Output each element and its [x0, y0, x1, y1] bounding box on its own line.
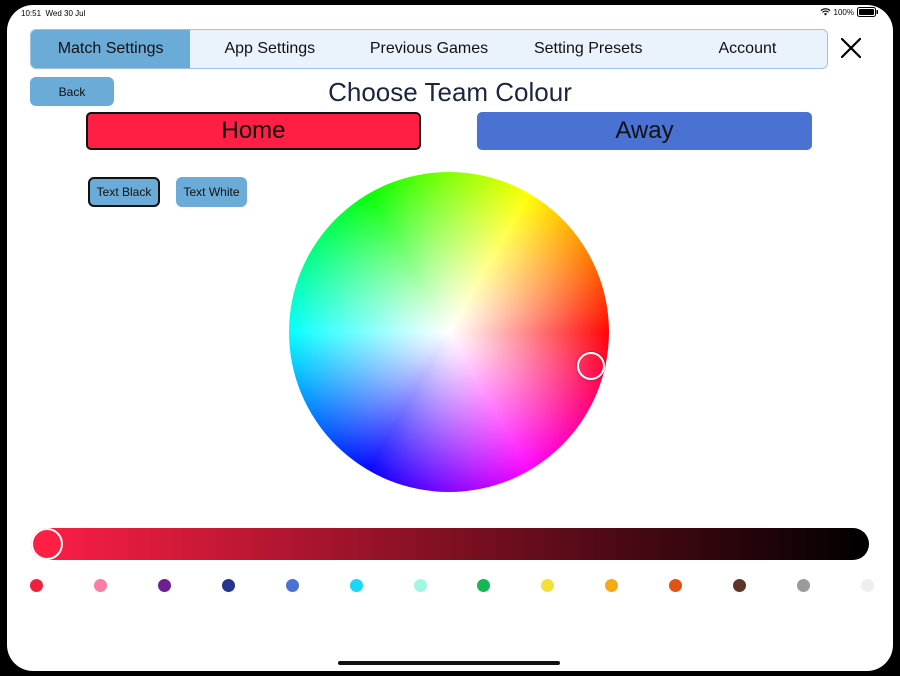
- away-team-button[interactable]: Away: [477, 112, 812, 150]
- brightness-slider[interactable]: [31, 528, 869, 560]
- color-swatch[interactable]: [413, 579, 427, 592]
- color-swatch[interactable]: [157, 579, 171, 592]
- color-wheel-handle[interactable]: [577, 352, 605, 380]
- color-swatch[interactable]: [733, 579, 747, 592]
- text-black-button[interactable]: Text Black: [88, 177, 160, 207]
- color-swatch[interactable]: [669, 579, 683, 592]
- tab-previous-games[interactable]: Previous Games: [349, 30, 508, 68]
- status-bar: 10:51 Wed 30 Jul 100%: [7, 5, 893, 21]
- status-date: Wed 30 Jul: [45, 9, 86, 18]
- home-indicator: [338, 661, 560, 665]
- color-swatch[interactable]: [285, 579, 299, 592]
- home-team-button[interactable]: Home: [86, 112, 421, 150]
- color-swatch[interactable]: [93, 579, 107, 592]
- tab-bar: Match Settings App Settings Previous Gam…: [30, 29, 828, 69]
- close-icon[interactable]: [839, 36, 863, 60]
- tab-setting-presets[interactable]: Setting Presets: [509, 30, 668, 68]
- color-swatch[interactable]: [861, 579, 874, 592]
- color-swatch[interactable]: [541, 579, 555, 592]
- page-title: Choose Team Colour: [328, 77, 572, 107]
- color-swatches: [30, 579, 874, 593]
- color-wheel[interactable]: [289, 172, 609, 492]
- battery-percent: 100%: [833, 7, 854, 17]
- battery-icon: [857, 7, 878, 17]
- screen: 10:51 Wed 30 Jul 100% Match Settings App…: [7, 5, 893, 671]
- color-wheel-gradient: [289, 172, 609, 492]
- color-swatch[interactable]: [349, 579, 363, 592]
- status-right: 100%: [820, 7, 879, 17]
- tab-app-settings[interactable]: App Settings: [190, 30, 349, 68]
- brightness-slider-thumb[interactable]: [31, 528, 63, 560]
- wifi-icon: [820, 8, 831, 16]
- tab-match-settings[interactable]: Match Settings: [31, 30, 191, 68]
- color-swatch[interactable]: [221, 579, 235, 592]
- color-swatch[interactable]: [30, 579, 43, 592]
- color-swatch[interactable]: [477, 579, 491, 592]
- color-swatch[interactable]: [797, 579, 811, 592]
- color-swatch[interactable]: [605, 579, 619, 592]
- status-time: 10:51 Wed 30 Jul: [21, 9, 86, 18]
- text-white-button[interactable]: Text White: [176, 177, 247, 207]
- tab-account[interactable]: Account: [668, 30, 827, 68]
